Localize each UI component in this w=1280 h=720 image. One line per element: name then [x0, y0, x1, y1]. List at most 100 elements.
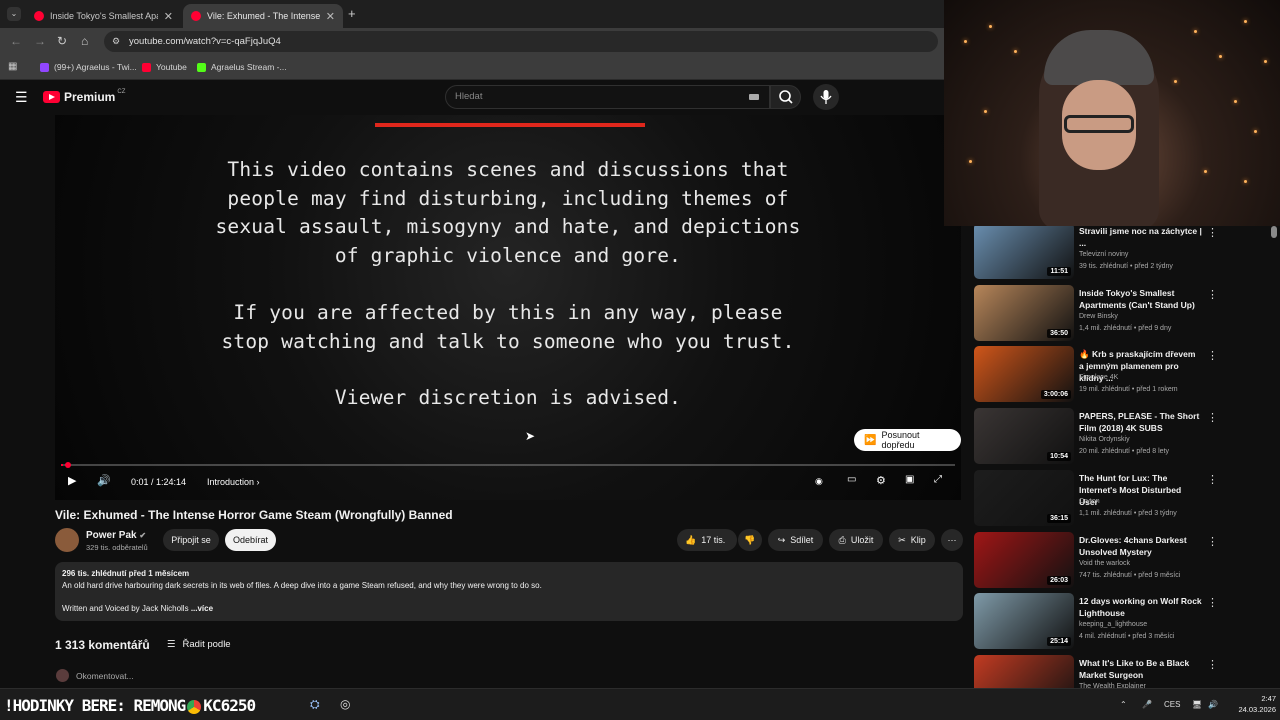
apps-grid-icon[interactable]: ▦	[8, 61, 17, 72]
bookmark-twitch[interactable]: (99+) Agraelus - Twi...	[40, 62, 137, 72]
youtube-logo[interactable]: Premium CZ	[43, 89, 125, 104]
recommendation-channel[interactable]: Fireplace 4K	[1079, 374, 1118, 381]
obs-taskbar-icon[interactable]: ◎	[340, 697, 350, 711]
recommendation-item[interactable]: 25:14 12 days working on Wolf Rock Lighth…	[974, 593, 1268, 651]
voice-search-button[interactable]	[813, 84, 839, 110]
youtube-icon	[142, 62, 151, 72]
channel-avatar[interactable]	[55, 528, 79, 552]
speaker-icon[interactable]: 🔊	[1208, 700, 1218, 709]
share-button[interactable]: ↪ Sdílet	[768, 529, 823, 551]
reload-icon[interactable]: ↻	[57, 34, 67, 48]
more-vert-icon[interactable]: ⋮	[1207, 596, 1218, 609]
recommendation-channel[interactable]: Void the warlock	[1079, 560, 1130, 567]
recommendation-item[interactable]: 26:03 Dr.Gloves: 4chans Darkest Unsolved …	[974, 531, 1268, 590]
more-vert-icon[interactable]: ⋮	[1207, 411, 1218, 424]
microphone-tray-icon[interactable]: 🎤	[1142, 700, 1152, 709]
address-bar-row: ← → ↻ ⌂ ⚙ youtube.com/watch?v=c-qaFjqJuQ…	[0, 28, 944, 55]
new-tab-icon[interactable]: +	[348, 6, 356, 21]
channel-name[interactable]: Power Pak ✔	[86, 530, 146, 541]
more-vert-icon[interactable]: ⋮	[1207, 473, 1218, 486]
skip-forward-button[interactable]: ⏩ Posunout dopředu	[854, 429, 961, 451]
more-vert-icon[interactable]: ⋮	[1207, 658, 1218, 671]
recommendation-channel[interactable]: Cryton	[1079, 498, 1100, 505]
more-vert-icon[interactable]: ⋮	[1207, 349, 1218, 362]
recommendation-thumbnail[interactable]: 36:50	[974, 284, 1074, 341]
tab-list-icon[interactable]: ⌄	[7, 7, 21, 21]
keyboard-icon[interactable]	[749, 94, 759, 100]
url-field[interactable]: ⚙ youtube.com/watch?v=c-qaFjqJuQ4	[104, 31, 938, 52]
recommendation-thumbnail[interactable]: 11:51	[974, 226, 1074, 279]
miniplayer-icon[interactable]: ▣	[905, 474, 914, 485]
recommendation-thumbnail[interactable]: 3:00:06	[974, 346, 1074, 403]
recommendation-thumbnail[interactable]: 25:27	[974, 654, 1074, 688]
more-vert-icon[interactable]: ⋮	[1207, 226, 1218, 239]
save-button[interactable]: ⎙ Uložit	[829, 529, 883, 551]
recommendation-title[interactable]: PAPERS, PLEASE - The Short Film (2018) 4…	[1079, 410, 1202, 434]
recommendation-item[interactable]: 25:27What It's Like to Be a Black Market…	[974, 654, 1268, 688]
chrome-taskbar-icon[interactable]	[187, 699, 202, 714]
play-icon[interactable]: ▶	[68, 474, 76, 487]
description-box[interactable]: 296 tis. zhlédnutí před 1 měsícem An old…	[55, 562, 963, 621]
home-icon[interactable]: ⌂	[81, 34, 88, 48]
autoplay-toggle-icon[interactable]: ◉	[815, 476, 823, 487]
recommendation-channel[interactable]: keeping_a_lighthouse	[1079, 621, 1147, 628]
site-info-icon[interactable]: ⚙	[112, 31, 120, 52]
dislike-button[interactable]: 👎	[738, 529, 762, 551]
video-duration: 36:15	[1047, 513, 1071, 523]
tray-expand-icon[interactable]: ⌃	[1120, 700, 1127, 709]
language-indicator[interactable]: CES	[1164, 700, 1180, 709]
close-icon[interactable]: ✕	[164, 10, 173, 23]
bookmark-youtube[interactable]: Youtube	[142, 62, 187, 72]
more-vert-icon[interactable]: ⋮	[1207, 288, 1218, 301]
close-icon[interactable]: ✕	[326, 10, 335, 23]
settings-icon[interactable]: ⚙	[876, 474, 886, 487]
recommendation-thumbnail[interactable]: 26:03	[974, 531, 1074, 588]
scrubber-handle[interactable]	[65, 462, 71, 468]
back-icon[interactable]: ←	[10, 34, 22, 48]
recommendation-item[interactable]: 3:00:06 🔥 Krb s praskajícím dřevem a jemn…	[974, 346, 1268, 404]
show-more-link[interactable]: ...více	[191, 604, 213, 613]
recommendation-thumbnail[interactable]: 10:54	[974, 408, 1074, 465]
tab-tokyo[interactable]: Inside Tokyo's Smallest Apartments (Can'…	[26, 4, 181, 28]
menu-icon[interactable]: ☰	[15, 89, 28, 106]
subscribe-button[interactable]: Odebírat	[225, 529, 276, 551]
recommendation-title[interactable]: Dr.Gloves: 4chans Darkest Unsolved Myste…	[1079, 534, 1202, 558]
search-input[interactable]: Hledat	[445, 85, 770, 109]
more-actions-button[interactable]: ⋯	[941, 529, 963, 551]
recommendation-channel[interactable]: Drew Binsky	[1079, 313, 1118, 320]
bookmark-kick[interactable]: Agraelus Stream -...	[197, 62, 287, 72]
more-vert-icon[interactable]: ⋮	[1207, 535, 1218, 548]
subscribe-label: Odebírat	[232, 535, 269, 545]
join-button[interactable]: Připojit se	[163, 529, 219, 551]
scissors-icon: ✂	[898, 534, 906, 545]
recommendation-title[interactable]: 12 days working on Wolf Rock Lighthouse	[1079, 595, 1202, 619]
search-button[interactable]	[770, 85, 801, 109]
subtitles-icon[interactable]: ▭	[847, 474, 856, 485]
progress-bar[interactable]	[61, 462, 955, 468]
like-button[interactable]: 👍 17 tis.	[677, 529, 737, 551]
recommendation-item[interactable]: 10:54 PAPERS, PLEASE - The Short Film (20…	[974, 408, 1268, 466]
chapter-button[interactable]: Introduction ›	[207, 477, 260, 487]
forward-icon[interactable]: →	[34, 34, 46, 48]
tab-vile-exhumed[interactable]: Vile: Exhumed - The Intense Horror Game …	[183, 4, 343, 28]
system-clock[interactable]: 2:47 24.03.2026	[1226, 693, 1276, 715]
clip-button[interactable]: ✂ Klip	[889, 529, 935, 551]
recommendation-thumbnail[interactable]: 25:14	[974, 593, 1074, 650]
recommendation-thumbnail[interactable]: 36:15	[974, 469, 1074, 526]
sort-comments-button[interactable]: ☰ Řadit podle	[167, 639, 231, 650]
recommendation-item[interactable]: 36:50 Inside Tokyo's Smallest Apartments …	[974, 284, 1268, 343]
recommendation-channel[interactable]: Televizní noviny	[1079, 251, 1128, 258]
network-icon[interactable]: 🖥	[1192, 700, 1202, 709]
recommendation-title[interactable]: Inside Tokyo's Smallest Apartments (Can'…	[1079, 287, 1202, 311]
add-comment-input[interactable]: Okomentovat...	[56, 669, 134, 682]
recommendation-title[interactable]: What It's Like to Be a Black Market Surg…	[1079, 657, 1202, 681]
recommendation-item[interactable]: 11:51 Stravili jsme noc na záchytce | ...…	[974, 226, 1268, 281]
sidebar-scrollbar[interactable]	[1271, 226, 1277, 238]
fullscreen-icon[interactable]: ⤢	[934, 474, 942, 485]
recommendation-item[interactable]: 36:15 The Hunt for Lux: The Internet's Mo…	[974, 469, 1268, 528]
recommendation-channel[interactable]: Nikita Ordynskiy	[1079, 436, 1130, 443]
steam-taskbar-icon[interactable]: ⛭	[310, 697, 320, 712]
video-player[interactable]: This video contains scenes and discussio…	[55, 115, 961, 500]
recommendation-title[interactable]: Stravili jsme noc na záchytce | ...	[1079, 226, 1202, 249]
volume-icon[interactable]: 🔊	[97, 474, 111, 487]
